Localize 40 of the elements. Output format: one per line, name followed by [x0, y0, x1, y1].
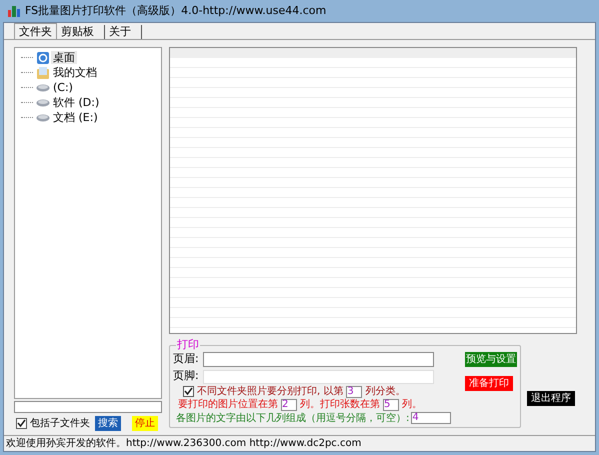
preview-button[interactable]: 预览与设置 [465, 352, 517, 367]
footer-label: 页脚: [173, 368, 200, 384]
checkbox[interactable] [183, 386, 194, 397]
search-button[interactable]: 搜索 [95, 416, 121, 431]
exit-button[interactable]: 退出程序 [527, 390, 575, 406]
tree-item[interactable]: 软件 (D:) [51, 96, 102, 109]
separate-suffix: 列分类。 [365, 384, 406, 399]
drive-icon [36, 98, 50, 106]
count-field[interactable]: 5 [383, 398, 399, 410]
app-icon [7, 4, 21, 18]
tree-item[interactable]: (C:) [51, 81, 75, 94]
tab[interactable]: 剪贴板 [57, 25, 105, 39]
count-suffix: 列。 [402, 398, 422, 412]
tree-item[interactable]: 文档 (E:) [51, 111, 100, 124]
print-button[interactable]: 准备打印 [465, 376, 513, 391]
checkbox[interactable] [16, 418, 27, 429]
count-label: 列。打印张数在第 [300, 398, 380, 412]
tab[interactable]: 文件夹 [14, 23, 57, 39]
tree-item[interactable]: 桌面 [51, 51, 77, 64]
header-field[interactable] [203, 352, 434, 367]
folder-icon [36, 66, 50, 80]
path-field[interactable] [14, 401, 162, 413]
stop-button[interactable]: 停止 [132, 416, 158, 431]
header-label: 页眉: [173, 351, 200, 368]
footer-field[interactable] [203, 370, 434, 384]
position-field[interactable]: 2 [281, 398, 297, 410]
drive-icon [36, 114, 50, 122]
tab[interactable]: 关于 [105, 25, 142, 39]
caption-field[interactable]: 4 [411, 412, 452, 424]
checkbox-label: 包括子文件夹 [30, 416, 90, 431]
separate-label: 不同文件夹照片要分别打印, 以第 [197, 384, 344, 398]
drive-icon [36, 84, 50, 92]
position-label: 要打印的图片位置在第 [178, 398, 278, 412]
window-title: FS批量图片打印软件（高级版）4.0-http://www.use44.com [25, 2, 326, 19]
column-field[interactable]: 3 [346, 386, 362, 398]
tree-item[interactable]: 我的文档 [51, 66, 99, 79]
group-title: 打印 [176, 339, 200, 351]
caption-label: 各图片的文字由以下几列组成（用逗号分隔，可空）: [176, 412, 410, 426]
status-bar: 欢迎使用孙宾开发的软件。http://www.236300.com http://www.dc2pc.com [4, 435, 595, 451]
desktop-icon [36, 50, 50, 64]
